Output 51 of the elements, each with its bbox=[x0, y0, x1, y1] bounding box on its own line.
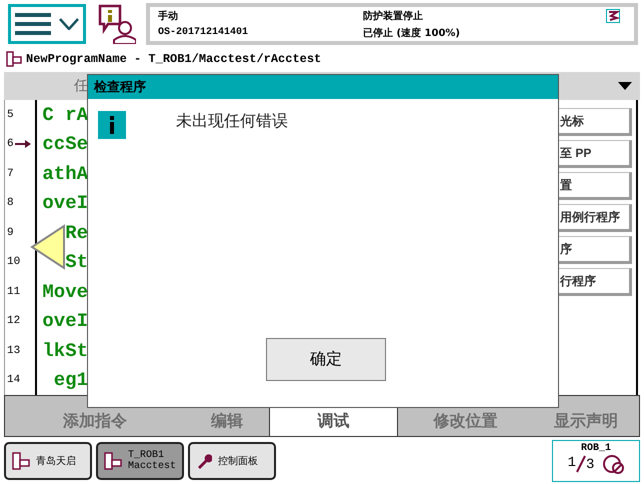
fraction-numerator: 1 bbox=[568, 454, 576, 470]
code-text: ccSe bbox=[42, 133, 88, 156]
dialog-message: 未出现任何错误 bbox=[176, 111, 288, 132]
line-number: 13 bbox=[7, 344, 20, 357]
code-text: athA bbox=[42, 162, 88, 185]
mode-text: 手动 bbox=[158, 10, 179, 22]
menu-button[interactable] bbox=[8, 4, 86, 44]
taskbar-button[interactable]: T_ROB1 Macctest bbox=[96, 442, 184, 480]
line-number: 7 bbox=[7, 168, 14, 180]
module-tab[interactable]: 任 bbox=[74, 77, 88, 95]
code-text: eg1 bbox=[54, 369, 88, 392]
program-icon bbox=[6, 51, 22, 67]
chevron-down-icon bbox=[59, 18, 79, 30]
taskbar-button[interactable]: 控制面板 bbox=[188, 442, 276, 480]
status-panel[interactable]: 手动 防护装置停止 OS-201712141401 已停止 (速度 100%) bbox=[146, 3, 638, 45]
code-text: oveI bbox=[42, 192, 88, 214]
line-number: 9 bbox=[7, 226, 14, 239]
program-icon bbox=[12, 452, 30, 470]
quickset-button[interactable]: ROB_1 1 3 bbox=[552, 440, 640, 482]
system-name: OS-201712141401 bbox=[158, 27, 250, 38]
line-number: 8 bbox=[7, 197, 14, 210]
dropdown-arrow-icon[interactable] bbox=[618, 82, 632, 90]
pointer-triangle-icon[interactable] bbox=[30, 224, 66, 270]
line-number: 14 bbox=[7, 374, 20, 386]
ok-button[interactable]: 确定 bbox=[266, 338, 386, 381]
program-path: NewProgramName - T_ROB1/Macctest/rAcctest bbox=[26, 52, 322, 66]
line-number: 5 bbox=[7, 108, 14, 121]
wrench-icon bbox=[196, 452, 212, 468]
dialog-title: 检查程序 bbox=[88, 75, 558, 99]
line-number: 11 bbox=[7, 286, 20, 298]
line-number: 6 bbox=[7, 138, 14, 150]
code-text: Re bbox=[65, 222, 88, 244]
speed-off-icon bbox=[602, 454, 624, 474]
fraction-slash-icon bbox=[576, 454, 586, 472]
stop-status-icon bbox=[606, 9, 620, 23]
robot-name: ROB_1 bbox=[580, 442, 611, 454]
line-number: 12 bbox=[7, 315, 20, 328]
code-text: St bbox=[65, 251, 88, 274]
state-text: 防护装置停止 bbox=[363, 9, 424, 22]
program-icon bbox=[104, 452, 122, 470]
menu-icon bbox=[15, 13, 51, 35]
code-text: oveI bbox=[42, 310, 88, 332]
line-number: 10 bbox=[7, 256, 20, 268]
speed-text: 已停止 (速度 100%) bbox=[363, 26, 461, 40]
taskbar-button[interactable]: 青岛天启 bbox=[4, 442, 92, 480]
code-text: Move bbox=[41, 280, 88, 303]
info-icon bbox=[98, 111, 126, 139]
event-log-icon[interactable] bbox=[96, 4, 136, 44]
fraction-denominator: 3 bbox=[586, 456, 594, 472]
code-text: C rA bbox=[42, 104, 88, 126]
code-text: lkSt bbox=[42, 340, 88, 362]
